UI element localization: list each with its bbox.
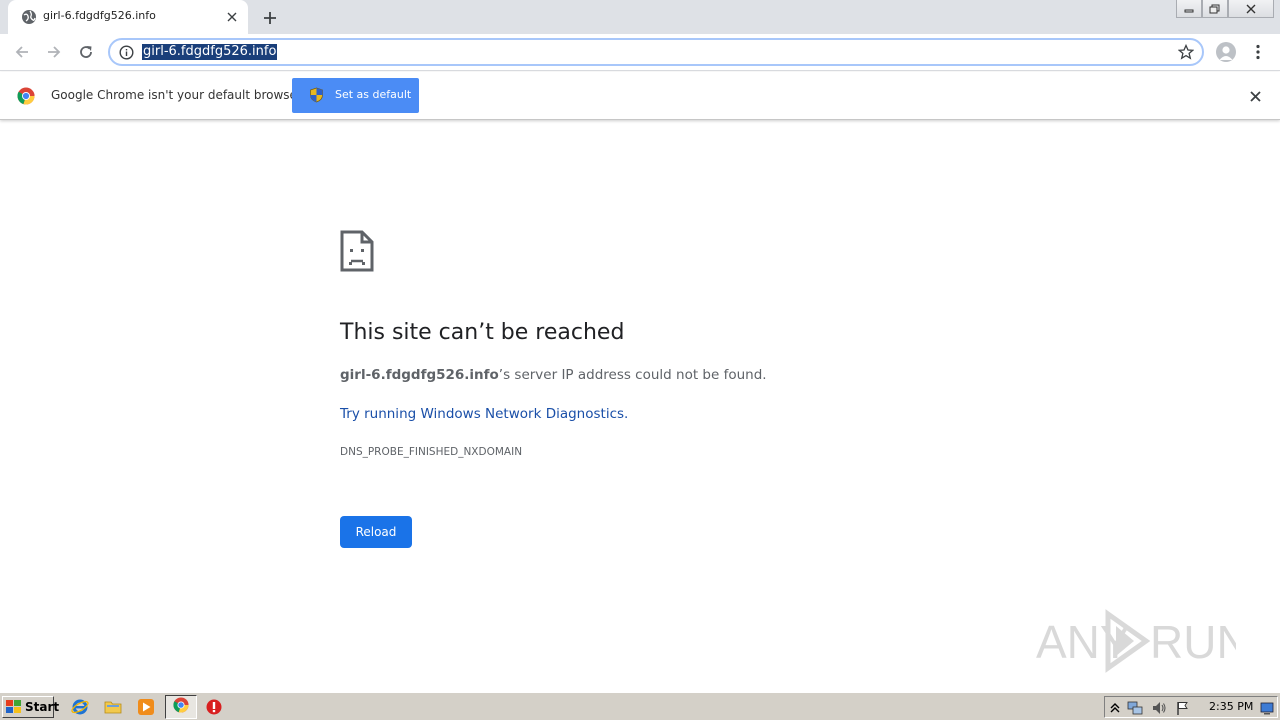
error-description-suffix: ’s server IP address could not be found. <box>498 367 767 383</box>
tab-active[interactable]: girl-6.fdgdfg526.info <box>8 0 248 34</box>
error-description: girl-6.fdgdfg526.info’s server IP addres… <box>340 367 767 383</box>
watermark-text-right: RUN <box>1150 616 1236 668</box>
chrome-logo-icon <box>17 87 35 105</box>
default-browser-infobar: Google Chrome isn't your default browser… <box>0 72 1280 120</box>
sad-page-icon <box>340 230 374 272</box>
system-tray: 2:35 PM <box>1104 696 1278 718</box>
error-title: This site can’t be reached <box>340 320 625 345</box>
plus-icon[interactable] <box>260 8 280 28</box>
network-icon[interactable] <box>1127 700 1143 716</box>
network-diagnostics-link[interactable]: Try running Windows Network Diagnostics. <box>340 406 628 422</box>
kebab-menu-icon[interactable] <box>1250 42 1266 62</box>
error-host: girl-6.fdgdfg526.info <box>340 367 499 383</box>
show-desktop-icon[interactable] <box>1260 700 1276 716</box>
tab-title: girl-6.fdgdfg526.info <box>43 9 156 22</box>
window-close-icon[interactable] <box>1228 0 1274 18</box>
stop-sign-icon[interactable] <box>205 698 223 716</box>
close-icon[interactable] <box>1246 87 1264 105</box>
window-controls <box>1176 0 1274 18</box>
taskbar: Start 2:35 PM <box>0 692 1280 720</box>
info-icon[interactable] <box>119 45 134 60</box>
media-player-icon[interactable] <box>137 698 155 716</box>
error-code: DNS_PROBE_FINISHED_NXDOMAIN <box>340 446 523 458</box>
taskbar-chrome-button[interactable] <box>165 695 197 719</box>
start-button[interactable]: Start <box>2 696 59 718</box>
chrome-logo-icon <box>173 697 189 717</box>
minimize-icon[interactable] <box>1176 0 1202 18</box>
anyrun-watermark: ANY RUN <box>1036 606 1250 676</box>
globe-icon <box>21 9 37 25</box>
windows-flag-icon <box>6 700 22 714</box>
address-bar[interactable]: girl-6.fdgdfg526.info <box>108 38 1204 66</box>
folder-icon[interactable] <box>104 698 122 716</box>
avatar-icon[interactable] <box>1216 42 1236 62</box>
uac-shield-icon <box>309 87 324 103</box>
internet-explorer-icon[interactable] <box>71 698 89 716</box>
restore-icon[interactable] <box>1202 0 1228 18</box>
chevron-up-icon[interactable] <box>1109 700 1125 716</box>
reload-icon[interactable] <box>76 42 96 62</box>
star-icon[interactable] <box>1177 43 1195 60</box>
set-as-default-label: Set as default <box>335 88 412 101</box>
arrow-left-icon[interactable] <box>12 42 32 62</box>
clock: 2:35 PM <box>1209 700 1254 713</box>
volume-icon[interactable] <box>1151 700 1167 716</box>
arrow-right-icon[interactable] <box>44 42 64 62</box>
action-center-flag-icon[interactable] <box>1175 700 1191 716</box>
screen: girl-6.fdgdfg526.info girl-6.fdgdfg526.i… <box>0 0 1280 720</box>
close-icon[interactable] <box>224 9 240 25</box>
start-label: Start <box>25 700 60 714</box>
toolbar: girl-6.fdgdfg526.info <box>0 34 1280 71</box>
tab-strip: girl-6.fdgdfg526.info <box>0 0 1280 34</box>
set-as-default-button[interactable]: Set as default <box>292 78 419 113</box>
infobar-message: Google Chrome isn't your default browser <box>51 88 302 102</box>
reload-button[interactable]: Reload <box>340 516 412 548</box>
url-text[interactable]: girl-6.fdgdfg526.info <box>142 44 278 60</box>
